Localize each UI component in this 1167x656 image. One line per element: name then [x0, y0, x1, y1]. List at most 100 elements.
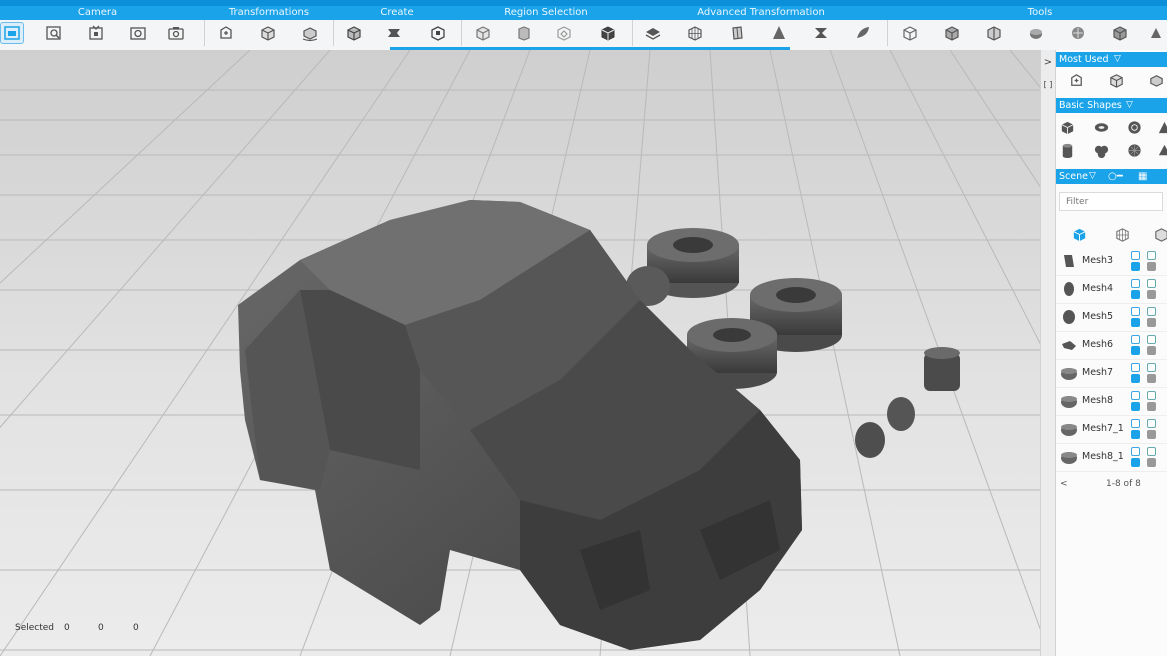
mirror-icon[interactable]: [427, 23, 449, 43]
visibility-eye-icon[interactable]: [1147, 363, 1156, 372]
wireframe-view-icon[interactable]: [1112, 224, 1132, 244]
repair-icon[interactable]: [1025, 23, 1047, 43]
select-checkbox[interactable]: [1131, 363, 1140, 372]
scene-header[interactable]: Scene ▽ ○━ ▦: [1056, 169, 1167, 184]
box-create-icon[interactable]: [343, 23, 365, 43]
cone-icon[interactable]: [768, 23, 790, 43]
bounding-box-view-icon[interactable]: [1151, 224, 1167, 244]
cylinder-shape-icon[interactable]: [1057, 140, 1077, 160]
list-item[interactable]: Mesh8: [1056, 388, 1167, 416]
select-checkbox[interactable]: [1131, 447, 1140, 456]
filter-funnel-icon[interactable]: ▽: [1114, 52, 1121, 67]
info-icon[interactable]: [1131, 374, 1140, 383]
select-checkbox[interactable]: [1131, 279, 1140, 288]
info-icon[interactable]: [1131, 402, 1140, 411]
pin-panel-button[interactable]: [ ]: [1042, 76, 1054, 92]
list-item[interactable]: Mesh8_1: [1056, 444, 1167, 472]
lock-icon[interactable]: [1147, 318, 1156, 327]
visibility-eye-icon[interactable]: [1147, 335, 1156, 344]
scene-filter-input[interactable]: [1059, 192, 1163, 211]
lock-icon[interactable]: [1147, 290, 1156, 299]
visibility-eye-icon[interactable]: [1147, 251, 1156, 260]
visibility-eye-icon[interactable]: [1147, 307, 1156, 316]
camera-snapshot-icon[interactable]: [165, 23, 187, 43]
most-used-scale-icon[interactable]: [1106, 70, 1126, 90]
subdivide-icon[interactable]: [684, 23, 706, 43]
extrude-icon[interactable]: [383, 23, 405, 43]
filter-funnel-icon[interactable]: ▽: [1089, 169, 1096, 184]
info-icon[interactable]: [1131, 262, 1140, 271]
list-item[interactable]: Mesh4: [1056, 276, 1167, 304]
lock-icon[interactable]: [1147, 458, 1156, 467]
list-item[interactable]: Mesh6: [1056, 332, 1167, 360]
select-checkbox[interactable]: [1131, 335, 1140, 344]
collapse-panel-button[interactable]: >: [1042, 54, 1054, 70]
select-region-icon[interactable]: [472, 23, 494, 43]
visibility-eye-icon[interactable]: [1147, 279, 1156, 288]
most-used-header[interactable]: Most Used ▽: [1056, 52, 1167, 67]
info-icon[interactable]: [1131, 290, 1140, 299]
most-used-title: Most Used: [1059, 54, 1109, 65]
list-item[interactable]: Mesh5: [1056, 304, 1167, 332]
camera-rotate-icon[interactable]: [127, 23, 149, 43]
basic-shapes-header[interactable]: Basic Shapes ▽: [1056, 98, 1167, 113]
ribbon-separator: [887, 20, 888, 46]
pager-prev-button[interactable]: <: [1060, 479, 1068, 489]
list-item[interactable]: Mesh3: [1056, 248, 1167, 276]
list-item[interactable]: Mesh7: [1056, 360, 1167, 388]
select-invert-icon[interactable]: [597, 23, 619, 43]
more-tools-icon[interactable]: [1145, 23, 1167, 43]
cube-shape-icon[interactable]: [1057, 117, 1077, 137]
select-checkbox[interactable]: [1131, 251, 1140, 260]
solid-view-icon[interactable]: [1069, 224, 1089, 244]
info-icon[interactable]: [1131, 318, 1140, 327]
select-checkbox[interactable]: [1131, 307, 1140, 316]
select-checkbox[interactable]: [1131, 391, 1140, 400]
toggle-switch-icon[interactable]: ○━: [1108, 169, 1123, 184]
visibility-eye-icon[interactable]: [1147, 447, 1156, 456]
knot-shape-icon[interactable]: [1091, 140, 1111, 160]
visibility-eye-icon[interactable]: [1147, 391, 1156, 400]
sculpt-icon[interactable]: [852, 23, 874, 43]
select-checkbox[interactable]: [1131, 419, 1140, 428]
hollow-icon[interactable]: [941, 23, 963, 43]
grid-view-icon[interactable]: ▦: [1138, 169, 1147, 184]
cone-shape-icon[interactable]: [1154, 117, 1167, 137]
info-icon[interactable]: [1131, 458, 1140, 467]
twist-icon[interactable]: [810, 23, 832, 43]
info-icon[interactable]: [1131, 430, 1140, 439]
select-lasso-icon[interactable]: [553, 23, 575, 43]
torus-shape-icon[interactable]: [1091, 117, 1111, 137]
info-icon[interactable]: [1131, 346, 1140, 355]
geosphere-shape-icon[interactable]: [1124, 140, 1144, 160]
visibility-eye-icon[interactable]: [1147, 419, 1156, 428]
group-camera-label: Camera: [77, 7, 118, 18]
smooth-icon[interactable]: [642, 23, 664, 43]
most-used-rotate-icon[interactable]: [1146, 70, 1166, 90]
lock-icon[interactable]: [1147, 374, 1156, 383]
split-icon[interactable]: [983, 23, 1005, 43]
measure-icon[interactable]: [899, 23, 921, 43]
group-transformations-label: Transformations: [228, 7, 310, 18]
rotate-icon[interactable]: [299, 23, 321, 43]
shell-icon[interactable]: [1067, 23, 1089, 43]
viewport-scene[interactable]: [0, 50, 1050, 656]
filter-funnel-icon[interactable]: ▽: [1126, 98, 1133, 113]
lock-icon[interactable]: [1147, 402, 1156, 411]
zoom-to-selection-icon[interactable]: [43, 23, 65, 43]
most-used-move-icon[interactable]: [1066, 70, 1086, 90]
move-icon[interactable]: [215, 23, 237, 43]
camera-front-icon[interactable]: [85, 23, 107, 43]
select-face-icon[interactable]: [513, 23, 535, 43]
lock-icon[interactable]: [1147, 346, 1156, 355]
home-view-icon[interactable]: [0, 22, 24, 44]
pyramid-shape-icon[interactable]: [1154, 140, 1167, 160]
analyze-icon[interactable]: [1109, 23, 1131, 43]
scale-icon[interactable]: [257, 23, 279, 43]
lock-icon[interactable]: [1147, 262, 1156, 271]
lock-icon[interactable]: [1147, 430, 1156, 439]
sphere-shape-icon[interactable]: [1124, 117, 1144, 137]
list-item[interactable]: Mesh7_1: [1056, 416, 1167, 444]
3d-viewport[interactable]: Selected 0 0 0: [0, 50, 1050, 656]
bend-icon[interactable]: [726, 23, 748, 43]
